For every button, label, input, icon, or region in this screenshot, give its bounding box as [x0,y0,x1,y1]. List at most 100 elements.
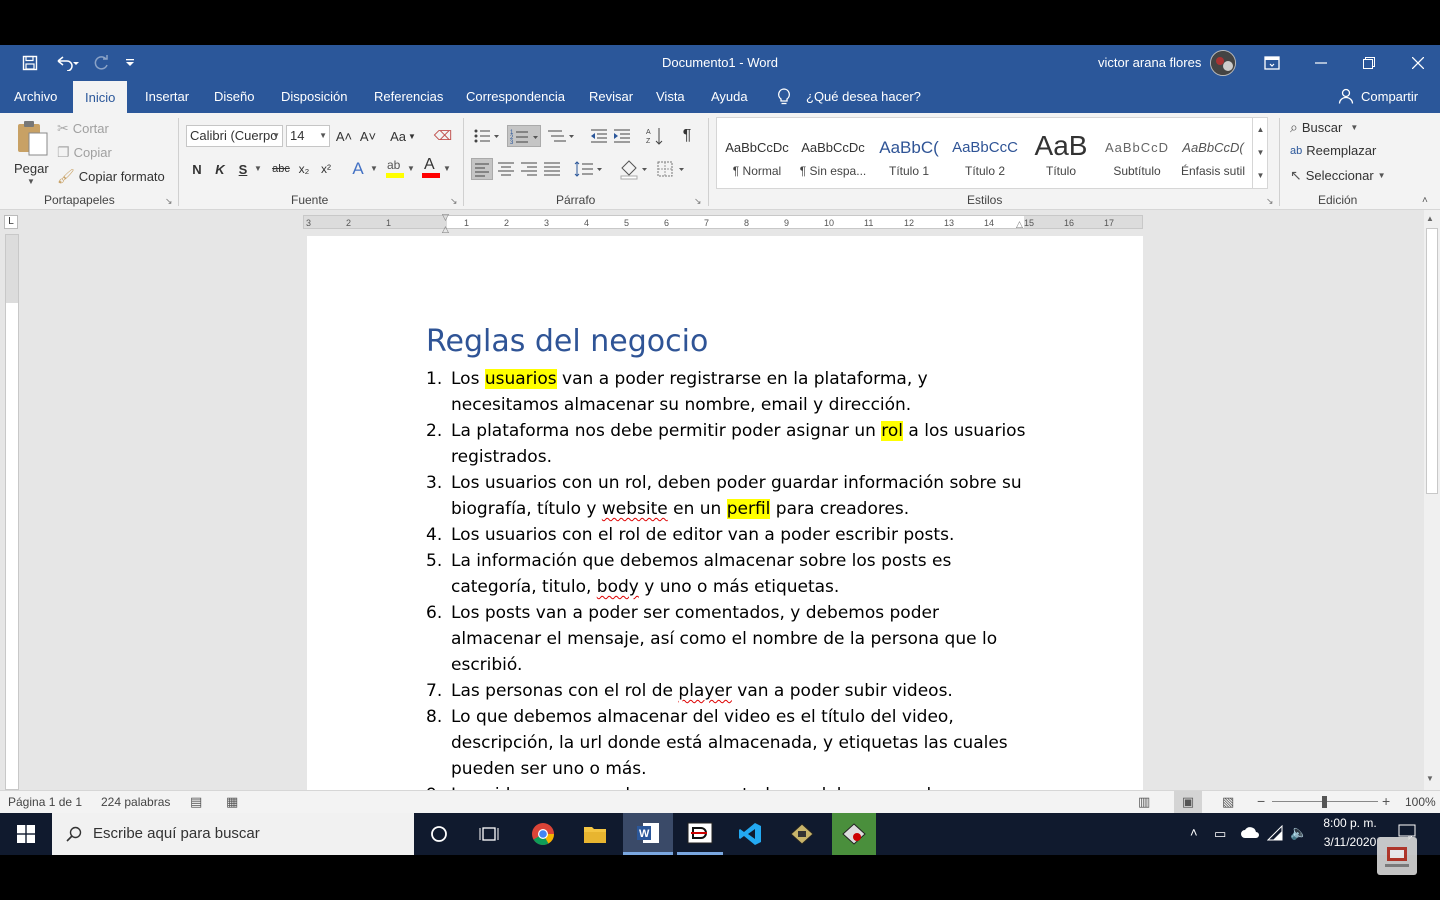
tab-revisar[interactable]: Revisar [587,80,635,113]
business-rules-list[interactable]: 1. Los usuarios van a poder registrarse e… [426,366,1026,790]
hanging-indent-icon[interactable]: △ [442,224,449,235]
chevron-down-icon[interactable]: ▼ [1253,141,1268,164]
bold-button[interactable]: N [186,158,208,180]
styles-launcher-icon[interactable]: ↘ [1266,196,1274,207]
font-launcher-icon[interactable]: ↘ [450,196,458,207]
zoom-out-button[interactable]: − [1257,793,1265,809]
tab-correspondencia[interactable]: Correspondencia [464,80,567,113]
superscript-button[interactable]: x² [315,158,337,180]
style-subtle-emphasis[interactable]: AaBbCcD( Énfasis sutil [1175,128,1251,188]
cortana-icon[interactable] [417,813,461,855]
share-button[interactable]: Compartir [1359,80,1420,113]
tell-me-search[interactable]: ¿Qué desea hacer? [804,80,923,113]
chevron-down-icon[interactable]: ▼ [254,164,262,173]
clear-formatting-icon[interactable]: ⌫ [432,125,454,147]
restore-icon[interactable] [1354,45,1384,80]
tab-inicio[interactable]: Inicio [73,81,128,113]
taskbar-search-box[interactable]: Escribe aquí para buscar [52,813,414,855]
format-painter-button[interactable]: 🖌 Copiar formato [57,168,165,185]
tab-disposicion[interactable]: Disposición [279,80,349,113]
document-heading[interactable]: Reglas del negocio [426,324,708,359]
onedrive-icon[interactable] [1240,825,1260,844]
indent-marker-icon[interactable]: ▽ [442,212,449,223]
vertical-scrollbar[interactable]: ▲ ▼ [1424,210,1440,790]
align-center-icon[interactable] [495,158,517,180]
read-mode-icon[interactable]: ▥ [1138,794,1150,810]
windows-start-icon[interactable] [2,813,50,855]
list-item[interactable]: 1. Los usuarios van a poder registrarse e… [426,366,1026,418]
style-heading-1[interactable]: AaBbC( Título 1 [871,128,947,188]
chevron-down-icon[interactable]: ▼ [443,164,451,173]
replace-button[interactable]: ab Reemplazar [1290,143,1376,158]
undo-icon[interactable] [50,45,84,80]
collapse-ribbon-icon[interactable]: ˄ [1422,195,1428,206]
bullets-button[interactable] [471,125,501,147]
tab-vista[interactable]: Vista [654,80,687,113]
list-item[interactable]: 9.Los videos van a poder ser comentados,… [426,782,1026,790]
font-size-combo[interactable]: 14 ▼ [286,125,330,147]
device-icon[interactable]: ▭ [1214,826,1226,842]
shrink-font-button[interactable]: A˅ [357,125,379,147]
select-button[interactable]: ↖ Seleccionar ▼ [1290,167,1386,184]
line-spacing-button[interactable] [573,158,605,180]
wifi-icon[interactable] [1266,824,1285,846]
tab-ayuda[interactable]: Ayuda [709,80,750,113]
tab-insertar[interactable]: Insertar [143,80,191,113]
chevron-down-icon[interactable]: ▼ [370,164,378,173]
find-button[interactable]: ⌕ Buscar ▼ [1290,119,1358,136]
cut-button[interactable]: ✂ Cortar [57,120,109,137]
clock-date[interactable]: 3/11/2020 [1320,835,1380,849]
avatar[interactable] [1210,50,1236,76]
app-taskbar-icon[interactable] [677,813,723,855]
scroll-down-icon[interactable]: ▼ [1426,774,1434,783]
paste-dropdown-icon[interactable]: ▼ [27,177,35,186]
copy-button[interactable]: ❐ Copiar [57,144,112,161]
vertical-ruler[interactable] [5,234,19,790]
tab-selector[interactable]: L [4,215,18,229]
justify-icon[interactable] [541,158,563,180]
close-icon[interactable] [1403,45,1433,80]
align-left-icon[interactable] [471,158,493,180]
styles-scroll[interactable]: ▲ ▼ ▼ [1252,118,1268,188]
multilevel-list-button[interactable] [545,125,577,147]
underline-button[interactable]: S [232,158,254,180]
numbering-button[interactable]: 123 [507,125,541,147]
file-explorer-icon[interactable] [573,813,617,855]
chevron-up-icon[interactable]: ▲ [1253,118,1268,141]
right-indent-icon[interactable]: △ [1016,219,1023,230]
chrome-icon[interactable] [521,813,565,855]
zoom-level[interactable]: 100% [1405,795,1436,809]
scroll-up-icon[interactable]: ▲ [1426,214,1434,223]
scrollbar-thumb[interactable] [1426,228,1438,494]
show-formatting-marks-icon[interactable]: ¶ [676,125,698,147]
subscript-button[interactable]: x₂ [293,158,315,180]
user-name[interactable]: victor arana flores [1098,45,1201,80]
chevron-up-icon[interactable]: ˄ [1190,825,1198,840]
save-icon[interactable] [15,45,45,80]
grow-font-button[interactable]: A˄ [333,125,355,147]
list-item[interactable]: 2. La plataforma nos debe permitir poder … [426,418,1026,470]
volume-icon[interactable]: 🔈 [1290,824,1307,841]
zoom-in-button[interactable]: + [1382,793,1390,809]
italic-button[interactable]: K [209,158,231,180]
word-count[interactable]: 224 palabras [101,795,170,809]
style-normal[interactable]: AaBbCcDc ¶ Normal [719,128,795,188]
style-title[interactable]: AaB Título [1023,128,1099,188]
chevron-down-icon[interactable]: ▼ [407,164,415,173]
text-effects-button[interactable]: A [347,158,369,180]
app-diamond-icon[interactable] [780,813,824,855]
change-case-button[interactable]: Aa ▼ [387,125,419,147]
list-item[interactable]: 7. Las personas con el rol de player van … [426,678,1026,704]
redo-icon[interactable] [86,45,116,80]
vscode-icon[interactable] [728,813,772,855]
zoom-slider-thumb[interactable] [1322,796,1327,808]
list-item[interactable]: 4. Los usuarios con el rol de editor van … [426,522,1026,548]
shading-button[interactable] [618,158,650,180]
style-heading-2[interactable]: AaBbCcC Título 2 [947,128,1023,188]
list-item[interactable]: 3. Los usuarios con un rol, deben poder g… [426,470,1026,522]
document-page[interactable]: Reglas del negocio 1. Los usuarios van a … [307,236,1143,790]
word-taskbar-icon[interactable]: W [623,813,673,855]
increase-indent-icon[interactable] [611,125,633,147]
macro-record-icon[interactable]: ▦ [226,794,238,810]
font-name-combo[interactable]: Calibri (Cuerpo ▼ [186,125,283,147]
